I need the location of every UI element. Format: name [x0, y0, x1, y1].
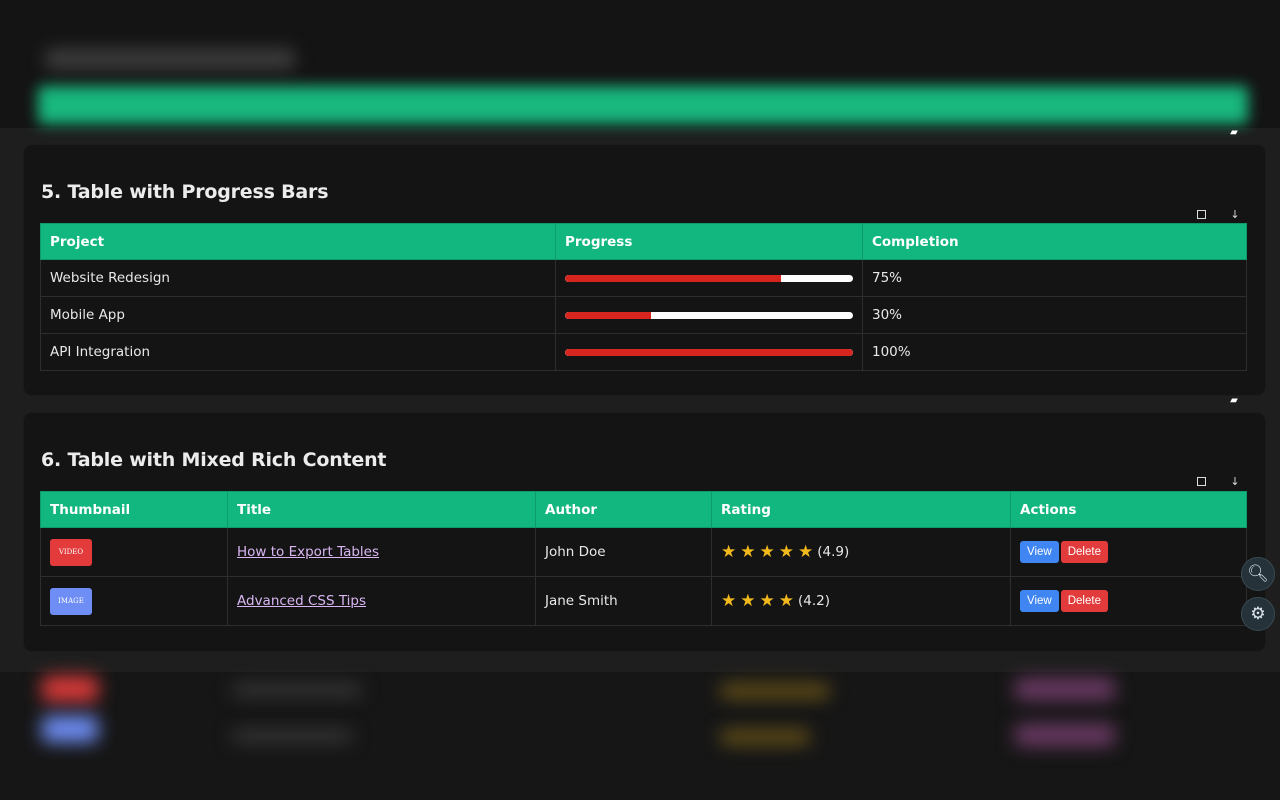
blurred-thumb — [42, 716, 98, 742]
thumbnail-cell: VIDEO — [40, 527, 228, 577]
blurred-text — [232, 684, 362, 696]
progress-cell — [555, 259, 863, 297]
star-icon: ★ — [778, 590, 794, 611]
column-header[interactable]: Thumbnail — [40, 491, 228, 528]
progress-fill — [565, 274, 781, 282]
author: John Doe — [535, 527, 712, 577]
star-icon: ★ — [721, 590, 737, 611]
blurred-text — [232, 730, 352, 742]
search-icon[interactable]: 🔍︎ — [1241, 557, 1275, 591]
rating: ★ ★ ★ ★ (4.2) — [721, 590, 1001, 611]
completion-value: 100% — [862, 333, 1247, 371]
star-icon: ★ — [778, 541, 794, 562]
table-header-row: Project Progress Completion — [40, 223, 1247, 260]
progress-cell — [555, 296, 863, 334]
cow-icon: ▰ — [1230, 127, 1238, 138]
title-cell: Advanced CSS Tips — [227, 576, 536, 626]
project-name: Mobile App — [40, 296, 556, 334]
view-button[interactable]: View — [1020, 541, 1059, 563]
progress-fill — [565, 311, 652, 319]
column-header[interactable]: Rating — [711, 491, 1011, 528]
title-link[interactable]: Advanced CSS Tips — [237, 593, 366, 609]
table-toolbar: ↓ — [1195, 208, 1241, 222]
blurred-stars — [720, 684, 830, 698]
title-cell: How to Export Tables — [227, 527, 536, 577]
star-icon: ★ — [740, 590, 756, 611]
table-row: API Integration 100% — [40, 333, 1247, 371]
blurred-stars — [720, 730, 810, 744]
progress-bar — [565, 348, 853, 356]
actions-cell: View Delete — [1010, 576, 1247, 626]
delete-button[interactable]: Delete — [1060, 541, 1108, 563]
table-header-row: Thumbnail Title Author Rating Actions — [40, 491, 1247, 528]
table-row: IMAGE Advanced CSS Tips Jane Smith ★ ★ ★ ★ (4.2… — [40, 576, 1247, 626]
star-icon: ★ — [759, 590, 775, 611]
rating-text: (4.9) — [817, 544, 850, 560]
blurred-buttons — [1015, 678, 1115, 700]
view-button[interactable]: View — [1020, 590, 1059, 612]
actions-cell: View Delete — [1010, 527, 1247, 577]
rating-cell: ★ ★ ★ ★ ★ (4.9) — [711, 527, 1011, 577]
thumbnail[interactable]: IMAGE — [50, 587, 92, 615]
star-icon: ★ — [740, 541, 756, 562]
blurred-previous-section — [0, 0, 1280, 128]
blurred-title — [45, 48, 295, 70]
table-row: Website Redesign 75% — [40, 259, 1247, 297]
rich-content-table: Thumbnail Title Author Rating Actions VI… — [40, 491, 1247, 626]
rating-cell: ★ ★ ★ ★ (4.2) — [711, 576, 1011, 626]
square-icon[interactable] — [1195, 475, 1207, 489]
star-icon: ★ — [798, 541, 814, 562]
thumbnail-cell: IMAGE — [40, 576, 228, 626]
blurred-next-content — [0, 672, 1280, 800]
table-row: VIDEO How to Export Tables John Doe ★ ★ ★ ★ ★ (4… — [40, 527, 1247, 577]
cow-icon: ▰ — [1230, 395, 1238, 406]
project-name: Website Redesign — [40, 259, 556, 297]
completion-value: 30% — [862, 296, 1247, 334]
completion-value: 75% — [862, 259, 1247, 297]
section-6-card: 6. Table with Mixed Rich Content ↓ ▤ Thu… — [24, 413, 1265, 651]
progress-bar — [565, 274, 853, 282]
column-header[interactable]: Title — [227, 491, 536, 528]
section-title: 5. Table with Progress Bars — [41, 181, 329, 203]
blurred-header-row — [38, 86, 1248, 124]
table-toolbar: ↓ — [1195, 475, 1241, 489]
rating-text: (4.2) — [798, 593, 831, 609]
star-icon: ★ — [759, 541, 775, 562]
column-header[interactable]: Project — [40, 223, 556, 260]
section-title: 6. Table with Mixed Rich Content — [41, 449, 387, 471]
blurred-buttons — [1015, 724, 1115, 746]
star-icon: ★ — [721, 541, 737, 562]
section-5-card: 5. Table with Progress Bars ↓ ▤ Project … — [24, 145, 1265, 395]
progress-fill — [565, 348, 853, 356]
project-name: API Integration — [40, 333, 556, 371]
download-icon[interactable]: ↓ — [1229, 475, 1241, 489]
column-header[interactable]: Actions — [1010, 491, 1247, 528]
author: Jane Smith — [535, 576, 712, 626]
delete-button[interactable]: Delete — [1060, 590, 1108, 612]
column-header[interactable]: Progress — [555, 223, 863, 260]
thumbnail[interactable]: VIDEO — [50, 538, 92, 566]
progress-bar — [565, 311, 853, 319]
column-header[interactable]: Author — [535, 491, 712, 528]
blurred-thumb — [42, 676, 98, 702]
progress-cell — [555, 333, 863, 371]
progress-table: Project Progress Completion Website Rede… — [40, 223, 1247, 371]
gear-icon[interactable]: ⚙ — [1241, 597, 1275, 631]
rating: ★ ★ ★ ★ ★ (4.9) — [721, 541, 1001, 562]
square-icon[interactable] — [1195, 208, 1207, 222]
title-link[interactable]: How to Export Tables — [237, 544, 379, 560]
download-icon[interactable]: ↓ — [1229, 208, 1241, 222]
column-header[interactable]: Completion — [862, 223, 1247, 260]
table-row: Mobile App 30% — [40, 296, 1247, 334]
